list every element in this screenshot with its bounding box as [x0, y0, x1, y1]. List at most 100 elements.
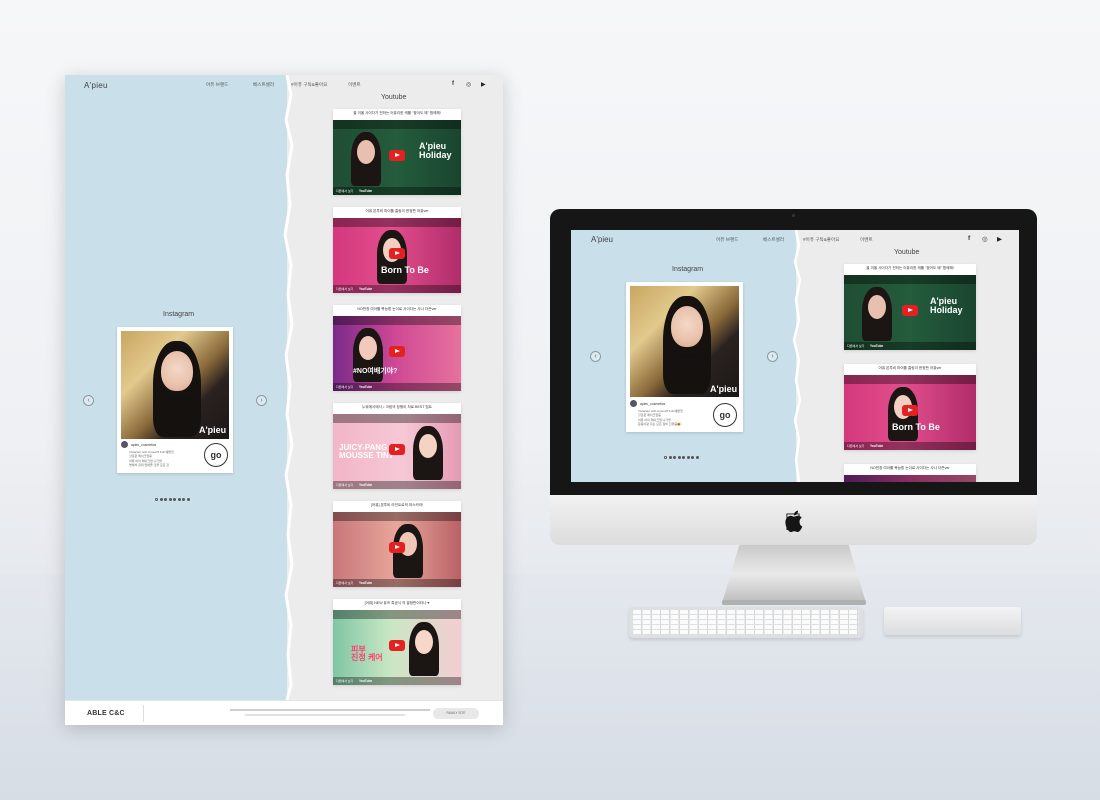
video-thumbnail[interactable]: #NO여배기야?다른에서 보기YouTube [333, 316, 461, 391]
watch-on-label: 다른에서 보기 [336, 189, 354, 193]
youtube-word-icon: YouTube [359, 679, 373, 683]
carousel-dot[interactable] [686, 456, 690, 459]
video-caption: NO반창 여아를 복능힘 눈이로 사이다는 사나 더즌ver [870, 466, 950, 470]
watch-on-label: 다른에서 보기 [336, 483, 354, 487]
carousel-dot[interactable] [677, 456, 681, 459]
family-site-select[interactable]: FAMILY SITE [433, 708, 479, 719]
carousel-dot[interactable] [664, 456, 667, 459]
watch-on-label: 다른에서 보기 [336, 385, 354, 389]
nav-item-event[interactable]: 이벤트 [348, 82, 361, 88]
video-thumbnail[interactable]: A'pieu Holiday 다른에서 보기 YouTube [333, 120, 461, 195]
play-icon[interactable] [389, 248, 405, 259]
torn-paper-edge-desktop [792, 230, 805, 482]
video-card[interactable]: [어퓨] NEW 퓨즈 특공식 의 결정판이라나 ♥ 피부 진정 케어 다른에서 보… [333, 599, 461, 685]
video-thumb-title: JUICY-PANG MOUSSE TINT [339, 443, 394, 460]
video-thumb-title: 피부 진정 케어 [351, 645, 383, 662]
carousel-dots[interactable] [155, 488, 191, 506]
video-top-bar [333, 610, 461, 619]
carousel-dot[interactable] [673, 456, 676, 459]
instagram-post-card[interactable]: A'pieu apieu_cosmetics Instacam with A'p… [117, 327, 233, 473]
instagram-icon[interactable]: ◎ [466, 81, 471, 88]
next-arrow-button[interactable]: › [256, 395, 267, 406]
carousel-dot[interactable] [682, 456, 685, 459]
video-thumbnail[interactable]: 피부 진정 케어 다른에서 보기 YouTube [333, 610, 461, 685]
desktop-video-card[interactable]: NO반창 여아를 복능힘 눈이로 사이다는 사나 더즌ver #NO여배기야?다른… [844, 464, 976, 482]
go-badge[interactable]: go [204, 443, 228, 467]
nav-item-bestseller[interactable]: 베스트셀러 [253, 82, 274, 88]
instagram-post-card-desktop[interactable]: A'pieu apieu_cosmetics Instacam with A'p… [626, 282, 743, 432]
nav-item-brand-desktop[interactable]: 어퓨 브랜드 [716, 237, 738, 243]
nav-item-bestseller-desktop[interactable]: 베스트셀러 [763, 237, 784, 243]
watch-on-label: 다른에서 보기 [336, 287, 354, 291]
carousel-dot[interactable] [691, 456, 694, 459]
watch-on-label: 다른에서 보기 [847, 444, 865, 448]
nav-item-subscribe[interactable]: #어퓨 구독&좋아요 [291, 82, 327, 88]
play-icon[interactable] [902, 305, 918, 316]
video-thumbnail[interactable]: Born To Be 다른에서 보기 YouTube [333, 218, 461, 293]
video-thumbnail[interactable]: A'pieu Holiday 다른에서 보기 YouTube [844, 275, 976, 350]
photo-brand-watermark-desktop: A'pieu [710, 384, 738, 394]
prev-arrow-button[interactable]: ‹ [83, 395, 94, 406]
video-card[interactable]: 올 겨울 사이다가 전하는 어퓨리한 캐롤 "꽃어도 돼" 함께해! A'pieu… [333, 109, 461, 195]
youtube-word-icon: YouTube [870, 344, 884, 348]
youtube-title-desktop: Youtube [894, 249, 920, 256]
prev-arrow-button-desktop[interactable]: ‹ [590, 351, 601, 362]
video-card[interactable]: [어퓨] 본투비 라인트로의 마스카라! 다른에서 보기 YouTube [333, 501, 461, 587]
footer-copyright [245, 714, 405, 716]
video-caption: [어퓨] NEW 퓨즈 특공식 의 결정판이라나 ♥ [364, 601, 430, 605]
youtube-word-icon: YouTube [359, 385, 373, 389]
go-badge-desktop[interactable]: go [713, 403, 737, 427]
instagram-caption-desktop: Instacam with A'pieu(♥ Full 예쁜컷 할로윈 메이크업… [638, 409, 683, 427]
nav-item-event-desktop[interactable]: 이벤트 [860, 237, 873, 243]
desktop-video-card[interactable]: 올 겨울 사이다가 전하는 어퓨리한 캐롤 "꽃어도 돼" 함께해! A'pieu… [844, 264, 976, 350]
apieu-logo[interactable]: A'pieu [84, 81, 108, 90]
carousel-dot[interactable] [173, 498, 176, 501]
apieu-logo-desktop[interactable]: A'pieu [591, 235, 613, 244]
able-cnc-logo[interactable]: ABLE C&C [87, 710, 125, 717]
facebook-icon[interactable]: f [452, 81, 454, 87]
carousel-dot[interactable] [155, 498, 158, 501]
play-icon[interactable] [902, 405, 918, 416]
instagram-handle: apieu_cosmetics [131, 443, 157, 447]
youtube-icon[interactable]: ▶ [481, 81, 486, 88]
carousel-dot[interactable] [177, 498, 181, 501]
video-card[interactable]: 어퓨 본투비 마이틀 홈링이 한정판 어퓨ver Born To Be 다른에서 보… [333, 207, 461, 293]
instagram-handle-desktop: apieu_cosmetics [640, 402, 666, 406]
play-icon[interactable] [389, 346, 405, 357]
facebook-icon-desktop[interactable]: f [968, 235, 970, 242]
instagram-icon-desktop[interactable]: ◎ [982, 235, 988, 243]
play-icon[interactable] [389, 444, 405, 455]
video-card[interactable]: NO반창 여아를 복능힘 눈이로 사이다는 사나 더즌ver #NO여배기야? 다른… [333, 305, 461, 391]
video-thumbnail[interactable]: 다른에서 보기 YouTube [333, 512, 461, 587]
youtube-title: Youtube [381, 94, 407, 101]
imac-stand [722, 545, 866, 603]
youtube-icon-desktop[interactable]: ▶ [997, 235, 1002, 243]
carousel-dot[interactable] [159, 498, 163, 501]
carousel-dot[interactable] [668, 456, 672, 459]
video-caption: NO반창 여아를 복능힘 눈이로 사이다는 사나 더즌ver [357, 307, 437, 311]
video-caption: [어퓨] 본투비 라인트로의 마스카라! [370, 503, 424, 507]
youtube-word-icon: YouTube [359, 483, 373, 487]
video-thumbnail[interactable]: Born To Be 다른에서 보기 YouTube [844, 375, 976, 450]
carousel-dot[interactable] [695, 456, 699, 459]
imac-stand-base [722, 600, 866, 605]
desktop-video-card[interactable]: 어퓨 본투비 마이틀 홈링이 한정판 어퓨ver Born To Be 다른에서 보… [844, 364, 976, 450]
video-thumbnail[interactable]: #NO여배기야?다른에서 보기YouTube [844, 475, 976, 482]
video-top-bar [844, 375, 976, 384]
play-icon[interactable] [389, 542, 405, 553]
nav-item-subscribe-desktop[interactable]: #어퓨 구독&좋아요 [803, 237, 839, 243]
carousel-dot[interactable] [186, 498, 190, 501]
play-icon[interactable] [389, 640, 405, 651]
video-thumbnail[interactable]: JUICY-PANG MOUSSE TINT 다른에서 보기 YouTube [333, 414, 461, 489]
carousel-dot[interactable] [168, 498, 172, 501]
play-icon[interactable] [389, 150, 405, 161]
carousel-dot[interactable] [164, 498, 167, 501]
video-caption: 어퓨 본투비 마이틀 홈링이 한정판 어퓨ver [878, 366, 942, 370]
next-arrow-button-desktop[interactable]: › [767, 351, 778, 362]
instagram-caption: Instacam with A'pieu(♥ Full 예쁜컷 할로윈 메이크업… [129, 450, 174, 468]
avatar-desktop [630, 400, 637, 407]
carousel-dot[interactable] [182, 498, 185, 501]
video-card[interactable]: 누워에서에서 ♪ 크림의 창왕이 처로 BEST 립트 JUICY-PANG MO… [333, 403, 461, 489]
carousel-dots-desktop[interactable] [664, 446, 700, 464]
nav-item-brand[interactable]: 어퓨 브랜드 [206, 82, 228, 88]
